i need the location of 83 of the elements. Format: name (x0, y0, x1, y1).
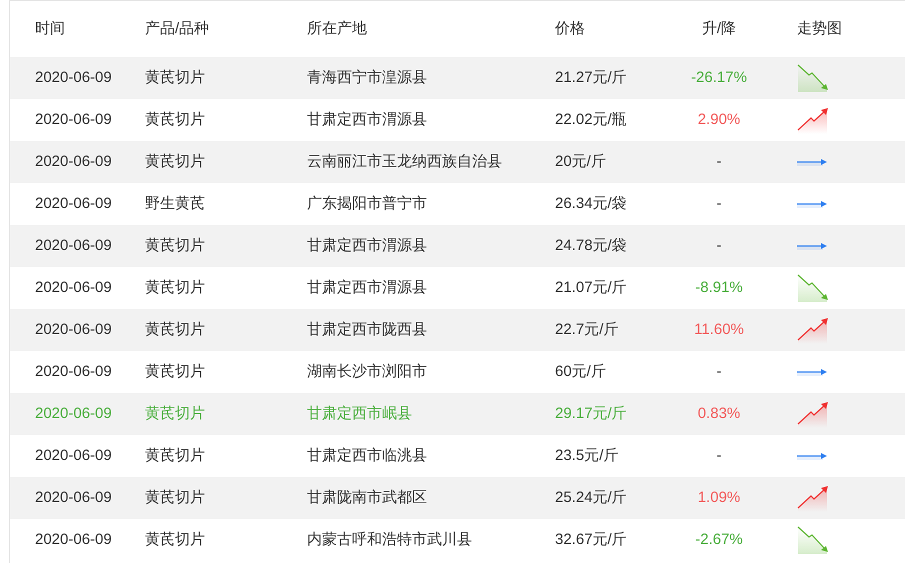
origin-cell: 广东揭阳市普宁市 (307, 194, 427, 212)
column-header: 时间 (35, 20, 65, 37)
falling-trend-icon (797, 274, 829, 302)
product-cell: 黄芪切片 (145, 152, 205, 170)
date-cell: 2020-06-09 (35, 362, 112, 380)
change-cell: 2.90% (698, 110, 740, 128)
price-cell: 21.27元/斤 (555, 68, 627, 86)
origin-cell: 甘肃定西市陇西县 (307, 320, 427, 338)
date-cell: 2020-06-09 (35, 152, 112, 170)
product-cell: 黄芪切片 (145, 362, 205, 380)
change-cell: - (716, 194, 722, 212)
origin-cell: 甘肃定西市渭源县 (307, 236, 427, 254)
change-cell: - (716, 362, 722, 380)
product-cell: 黄芪切片 (145, 236, 205, 254)
rising-trend-icon (797, 400, 829, 428)
price-cell: 24.78元/袋 (555, 236, 627, 254)
column-header: 价格 (555, 20, 585, 37)
product-cell: 黄芪切片 (145, 404, 205, 422)
product-cell: 黄芪切片 (145, 530, 205, 548)
origin-cell: 湖南长沙市浏阳市 (307, 362, 427, 380)
table-row[interactable]: 2020-06-09 黄芪切片 甘肃定西市渭源县 24.78元/袋 - (10, 225, 905, 267)
product-cell: 黄芪切片 (145, 68, 205, 86)
change-cell: - (716, 236, 722, 254)
price-cell: 20元/斤 (555, 152, 606, 170)
product-cell: 黄芪切片 (145, 320, 205, 338)
date-cell: 2020-06-09 (35, 236, 112, 254)
change-cell: - (716, 446, 722, 464)
column-header: 升/降 (702, 20, 736, 37)
price-cell: 25.24元/斤 (555, 488, 627, 506)
date-cell: 2020-06-09 (35, 110, 112, 128)
price-cell: 29.17元/斤 (555, 404, 627, 422)
change-cell: 0.83% (698, 404, 740, 422)
table-row[interactable]: 2020-06-09 黄芪切片 云南丽江市玉龙纳西族自治县 20元/斤 - (10, 141, 905, 183)
table-row[interactable]: 2020-06-09 黄芪切片 青海西宁市湟源县 21.27元/斤 -26.17% (10, 57, 905, 99)
price-cell: 23.5元/斤 (555, 446, 618, 464)
origin-cell: 云南丽江市玉龙纳西族自治县 (307, 152, 502, 170)
change-cell: 11.60% (694, 320, 744, 338)
product-cell: 黄芪切片 (145, 446, 205, 464)
table-row[interactable]: 2020-06-09 黄芪切片 甘肃定西市陇西县 22.7元/斤 11.60% (10, 309, 905, 351)
rising-trend-icon (797, 316, 829, 344)
date-cell: 2020-06-09 (35, 446, 112, 464)
date-cell: 2020-06-09 (35, 488, 112, 506)
price-cell: 32.67元/斤 (555, 530, 627, 548)
price-cell: 26.34元/袋 (555, 194, 627, 212)
origin-cell: 甘肃定西市岷县 (307, 404, 412, 422)
change-cell: -26.17% (691, 68, 747, 86)
flat-trend-icon (797, 242, 827, 250)
date-cell: 2020-06-09 (35, 194, 112, 212)
falling-trend-icon (797, 526, 829, 554)
origin-cell: 甘肃定西市渭源县 (307, 110, 427, 128)
flat-trend-icon (797, 368, 827, 376)
flat-trend-icon (797, 158, 827, 166)
price-cell: 21.07元/斤 (555, 278, 627, 296)
origin-cell: 内蒙古呼和浩特市武川县 (307, 530, 472, 548)
flat-trend-icon (797, 200, 827, 208)
date-cell: 2020-06-09 (35, 404, 112, 422)
date-cell: 2020-06-09 (35, 320, 112, 338)
column-header: 走势图 (797, 20, 842, 37)
column-header: 产品/品种 (145, 20, 210, 37)
price-cell: 22.02元/瓶 (555, 110, 627, 128)
change-cell: 1.09% (698, 488, 740, 506)
product-cell: 黄芪切片 (145, 278, 205, 296)
price-cell: 22.7元/斤 (555, 320, 618, 338)
price-cell: 60元/斤 (555, 362, 606, 380)
product-cell: 黄芪切片 (145, 488, 205, 506)
product-cell: 野生黄芪 (145, 194, 205, 212)
falling-trend-icon (797, 64, 829, 92)
change-cell: -8.91% (695, 278, 743, 296)
column-header: 所在产地 (307, 20, 367, 37)
date-cell: 2020-06-09 (35, 530, 112, 548)
product-cell: 黄芪切片 (145, 110, 205, 128)
origin-cell: 青海西宁市湟源县 (307, 68, 427, 86)
change-cell: - (716, 152, 722, 170)
flat-trend-icon (797, 452, 827, 460)
rising-trend-icon (797, 106, 829, 134)
origin-cell: 甘肃定西市渭源县 (307, 278, 427, 296)
origin-cell: 甘肃定西市临洮县 (307, 446, 427, 464)
change-cell: -2.67% (695, 530, 743, 548)
date-cell: 2020-06-09 (35, 278, 112, 296)
origin-cell: 甘肃陇南市武都区 (307, 488, 427, 506)
rising-trend-icon (797, 484, 829, 512)
date-cell: 2020-06-09 (35, 68, 112, 86)
table-row[interactable]: 2020-06-09 黄芪切片 甘肃陇南市武都区 25.24元/斤 1.09% (10, 477, 905, 519)
